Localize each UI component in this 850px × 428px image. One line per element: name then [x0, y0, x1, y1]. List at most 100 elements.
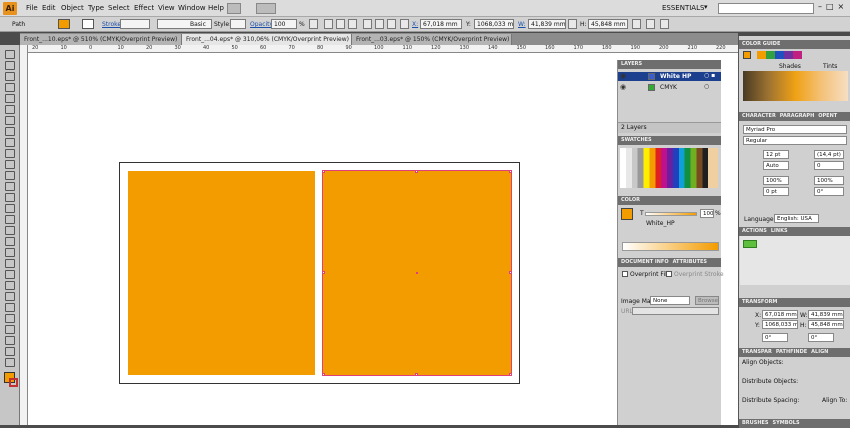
- selection-handle[interactable]: [322, 170, 325, 173]
- transform-w-input[interactable]: 41,839 mm: [808, 310, 844, 319]
- base-color-swatch[interactable]: [743, 51, 751, 59]
- kerning-input[interactable]: Auto: [763, 161, 789, 170]
- graph-tool-icon[interactable]: [5, 237, 15, 246]
- paintbrush-tool-icon[interactable]: [5, 138, 15, 147]
- image-map-dropdown[interactable]: None: [650, 296, 690, 305]
- color-guide-panel-header[interactable]: COLOR GUIDE: [739, 40, 850, 49]
- live-paint-tool-icon[interactable]: [5, 292, 15, 301]
- stroke-color-icon[interactable]: [9, 378, 18, 387]
- tab-document-3[interactable]: Front_...03.eps* @ 150% (CMYK/Overprint …: [352, 34, 512, 45]
- language-dropdown[interactable]: English: USA: [774, 214, 819, 223]
- horizontal-ruler[interactable]: 20 10 0 10 20 30 40 50 60 70 80 90 100 110 120 130 140 15…: [28, 45, 738, 53]
- rectangle-tool-icon[interactable]: [5, 127, 15, 136]
- leading-input[interactable]: (14,4 pt): [814, 150, 844, 159]
- swatch-grid[interactable]: [620, 148, 718, 188]
- baseline-shift-input[interactable]: 0 pt: [763, 187, 789, 196]
- vertical-ruler[interactable]: [20, 45, 28, 425]
- overprint-stroke-checkbox[interactable]: [666, 271, 672, 277]
- opacity-input[interactable]: 100: [271, 19, 297, 29]
- menu-file[interactable]: File: [26, 4, 38, 12]
- menu-type[interactable]: Type: [88, 4, 104, 12]
- zoom-tool-icon[interactable]: [5, 347, 15, 356]
- tint-input[interactable]: 100: [700, 209, 714, 218]
- rotate-input[interactable]: 0°: [762, 333, 788, 342]
- blob-brush-tool-icon[interactable]: [5, 160, 15, 169]
- linked-file-icon[interactable]: [743, 240, 757, 248]
- target-icon[interactable]: ○: [704, 83, 709, 90]
- w-input[interactable]: 41,839 mm: [528, 19, 566, 29]
- screen-mode-icon[interactable]: [5, 358, 15, 367]
- transform-icon[interactable]: [632, 19, 641, 29]
- hand-tool-icon[interactable]: [5, 336, 15, 345]
- character-rotation-input[interactable]: 0°: [814, 187, 844, 196]
- rotate-tool-icon[interactable]: [5, 182, 15, 191]
- stroke-swatch[interactable]: [82, 19, 94, 29]
- selection-handle[interactable]: [322, 271, 325, 274]
- chevron-down-icon[interactable]: ▾: [704, 3, 708, 11]
- artboard-tool-icon[interactable]: [5, 314, 15, 323]
- color-spectrum[interactable]: [622, 242, 719, 251]
- character-panel-header[interactable]: CHARACTER PARAGRAPH OPENT: [739, 112, 850, 121]
- swatches-panel-header[interactable]: SWATCHES: [618, 136, 721, 145]
- menu-edit[interactable]: Edit: [42, 4, 56, 12]
- vertical-scale-input[interactable]: 100%: [814, 176, 844, 185]
- fill-swatch[interactable]: [621, 208, 633, 220]
- shear-input[interactable]: 0°: [808, 333, 834, 342]
- selection-handle[interactable]: [509, 170, 512, 173]
- free-transform-tool-icon[interactable]: [5, 215, 15, 224]
- direct-selection-tool-icon[interactable]: [5, 61, 15, 70]
- symbol-sprayer-tool-icon[interactable]: [5, 226, 15, 235]
- selection-handle[interactable]: [509, 373, 512, 376]
- lasso-tool-icon[interactable]: [5, 83, 15, 92]
- recolor-icon[interactable]: [309, 19, 318, 29]
- mesh-tool-icon[interactable]: [5, 248, 15, 257]
- url-input[interactable]: [632, 307, 719, 315]
- font-size-input[interactable]: 12 pt: [763, 150, 789, 159]
- align-center-icon[interactable]: [336, 19, 345, 29]
- menu-effect[interactable]: Effect: [134, 4, 154, 12]
- selection-handle[interactable]: [322, 373, 325, 376]
- brushes-panel-header[interactable]: BRUSHES SYMBOLS: [739, 419, 850, 428]
- slice-tool-icon[interactable]: [5, 325, 15, 334]
- menu-object[interactable]: Object: [61, 4, 84, 12]
- x-input[interactable]: 67,018 mm: [420, 19, 462, 29]
- align-panel-header[interactable]: TRANSPAR PATHFINDE ALIGN: [739, 348, 850, 357]
- selection-tool-icon[interactable]: [5, 50, 15, 59]
- blend-tool-icon[interactable]: [5, 281, 15, 290]
- selection-handle[interactable]: [509, 271, 512, 274]
- pencil-tool-icon[interactable]: [5, 149, 15, 158]
- attributes-panel-header[interactable]: DOCUMENT INFO ATTRIBUTES: [618, 258, 721, 267]
- transform-h-input[interactable]: 45,848 mm: [808, 320, 844, 329]
- transform-panel-header[interactable]: TRANSFORM: [739, 298, 850, 307]
- style-dropdown[interactable]: [230, 19, 246, 29]
- horizontal-scale-input[interactable]: 100%: [763, 176, 789, 185]
- stroke-weight-dropdown[interactable]: [120, 19, 150, 29]
- align-bottom-icon[interactable]: [387, 19, 396, 29]
- align-middle-icon[interactable]: [375, 19, 384, 29]
- workspace-switcher[interactable]: ESSENTIALS: [662, 4, 704, 12]
- color-panel-header[interactable]: COLOR: [618, 196, 721, 205]
- brush-dropdown[interactable]: Basic: [157, 19, 212, 29]
- eyedropper-tool-icon[interactable]: [5, 270, 15, 279]
- transform-y-input[interactable]: 1068,033 m: [762, 320, 798, 329]
- tab-document-2[interactable]: Front_...04.eps* @ 310,06% (CMYK/Overpri…: [182, 34, 352, 45]
- h-input[interactable]: 45,848 mm: [588, 19, 628, 29]
- line-tool-icon[interactable]: [5, 116, 15, 125]
- links-panel-header[interactable]: ACTIONS LINKS: [739, 227, 850, 236]
- scale-tool-icon[interactable]: [5, 193, 15, 202]
- tracking-input[interactable]: 0: [814, 161, 844, 170]
- align-left-icon[interactable]: [324, 19, 333, 29]
- menu-window[interactable]: Window: [178, 4, 206, 12]
- live-paint-selection-icon[interactable]: [5, 303, 15, 312]
- eye-icon[interactable]: ◉: [620, 72, 626, 80]
- eye-icon[interactable]: ◉: [620, 83, 626, 91]
- align-right-icon[interactable]: [348, 19, 357, 29]
- font-style-dropdown[interactable]: Regular: [743, 136, 847, 145]
- gradient-tool-icon[interactable]: [5, 259, 15, 268]
- menu-select[interactable]: Select: [108, 4, 130, 12]
- target-icon[interactable]: ○ ▪: [704, 72, 715, 79]
- selection-handle[interactable]: [415, 373, 418, 376]
- tab-document-1[interactable]: Front_...10.eps* @ 510% (CMYK/Overprint …: [20, 34, 182, 45]
- y-input[interactable]: 1068,033 m: [474, 19, 514, 29]
- warp-tool-icon[interactable]: [5, 204, 15, 213]
